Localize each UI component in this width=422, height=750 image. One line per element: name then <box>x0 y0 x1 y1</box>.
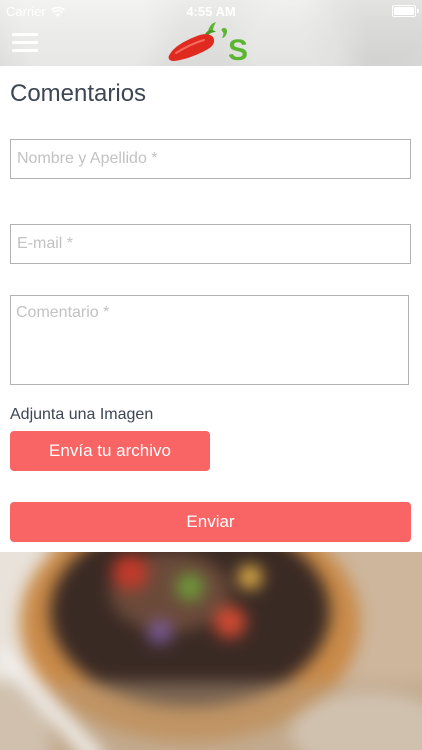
attach-image-label: Adjunta una Imagen <box>10 406 154 423</box>
status-time: 4:55 AM <box>186 4 236 19</box>
hamburger-menu-icon[interactable] <box>12 33 38 53</box>
svg-text:S: S <box>228 34 248 66</box>
upload-file-button[interactable]: Envía tu archivo <box>10 431 210 471</box>
comments-form: Comentarios Adjunta una Imagen Envía tu … <box>0 66 422 552</box>
chili-pepper-logo-icon: S <box>164 20 254 67</box>
status-bar: Carrier 4:55 AM <box>0 0 422 22</box>
submit-button[interactable]: Enviar <box>10 502 411 542</box>
page-title: Comentarios <box>10 80 147 107</box>
email-field[interactable] <box>10 224 411 264</box>
comment-field[interactable] <box>10 295 409 385</box>
battery-icon <box>392 5 419 17</box>
name-field[interactable] <box>10 139 411 179</box>
food-background-image <box>0 552 422 750</box>
app-header: Carrier 4:55 AM S <box>0 0 422 67</box>
